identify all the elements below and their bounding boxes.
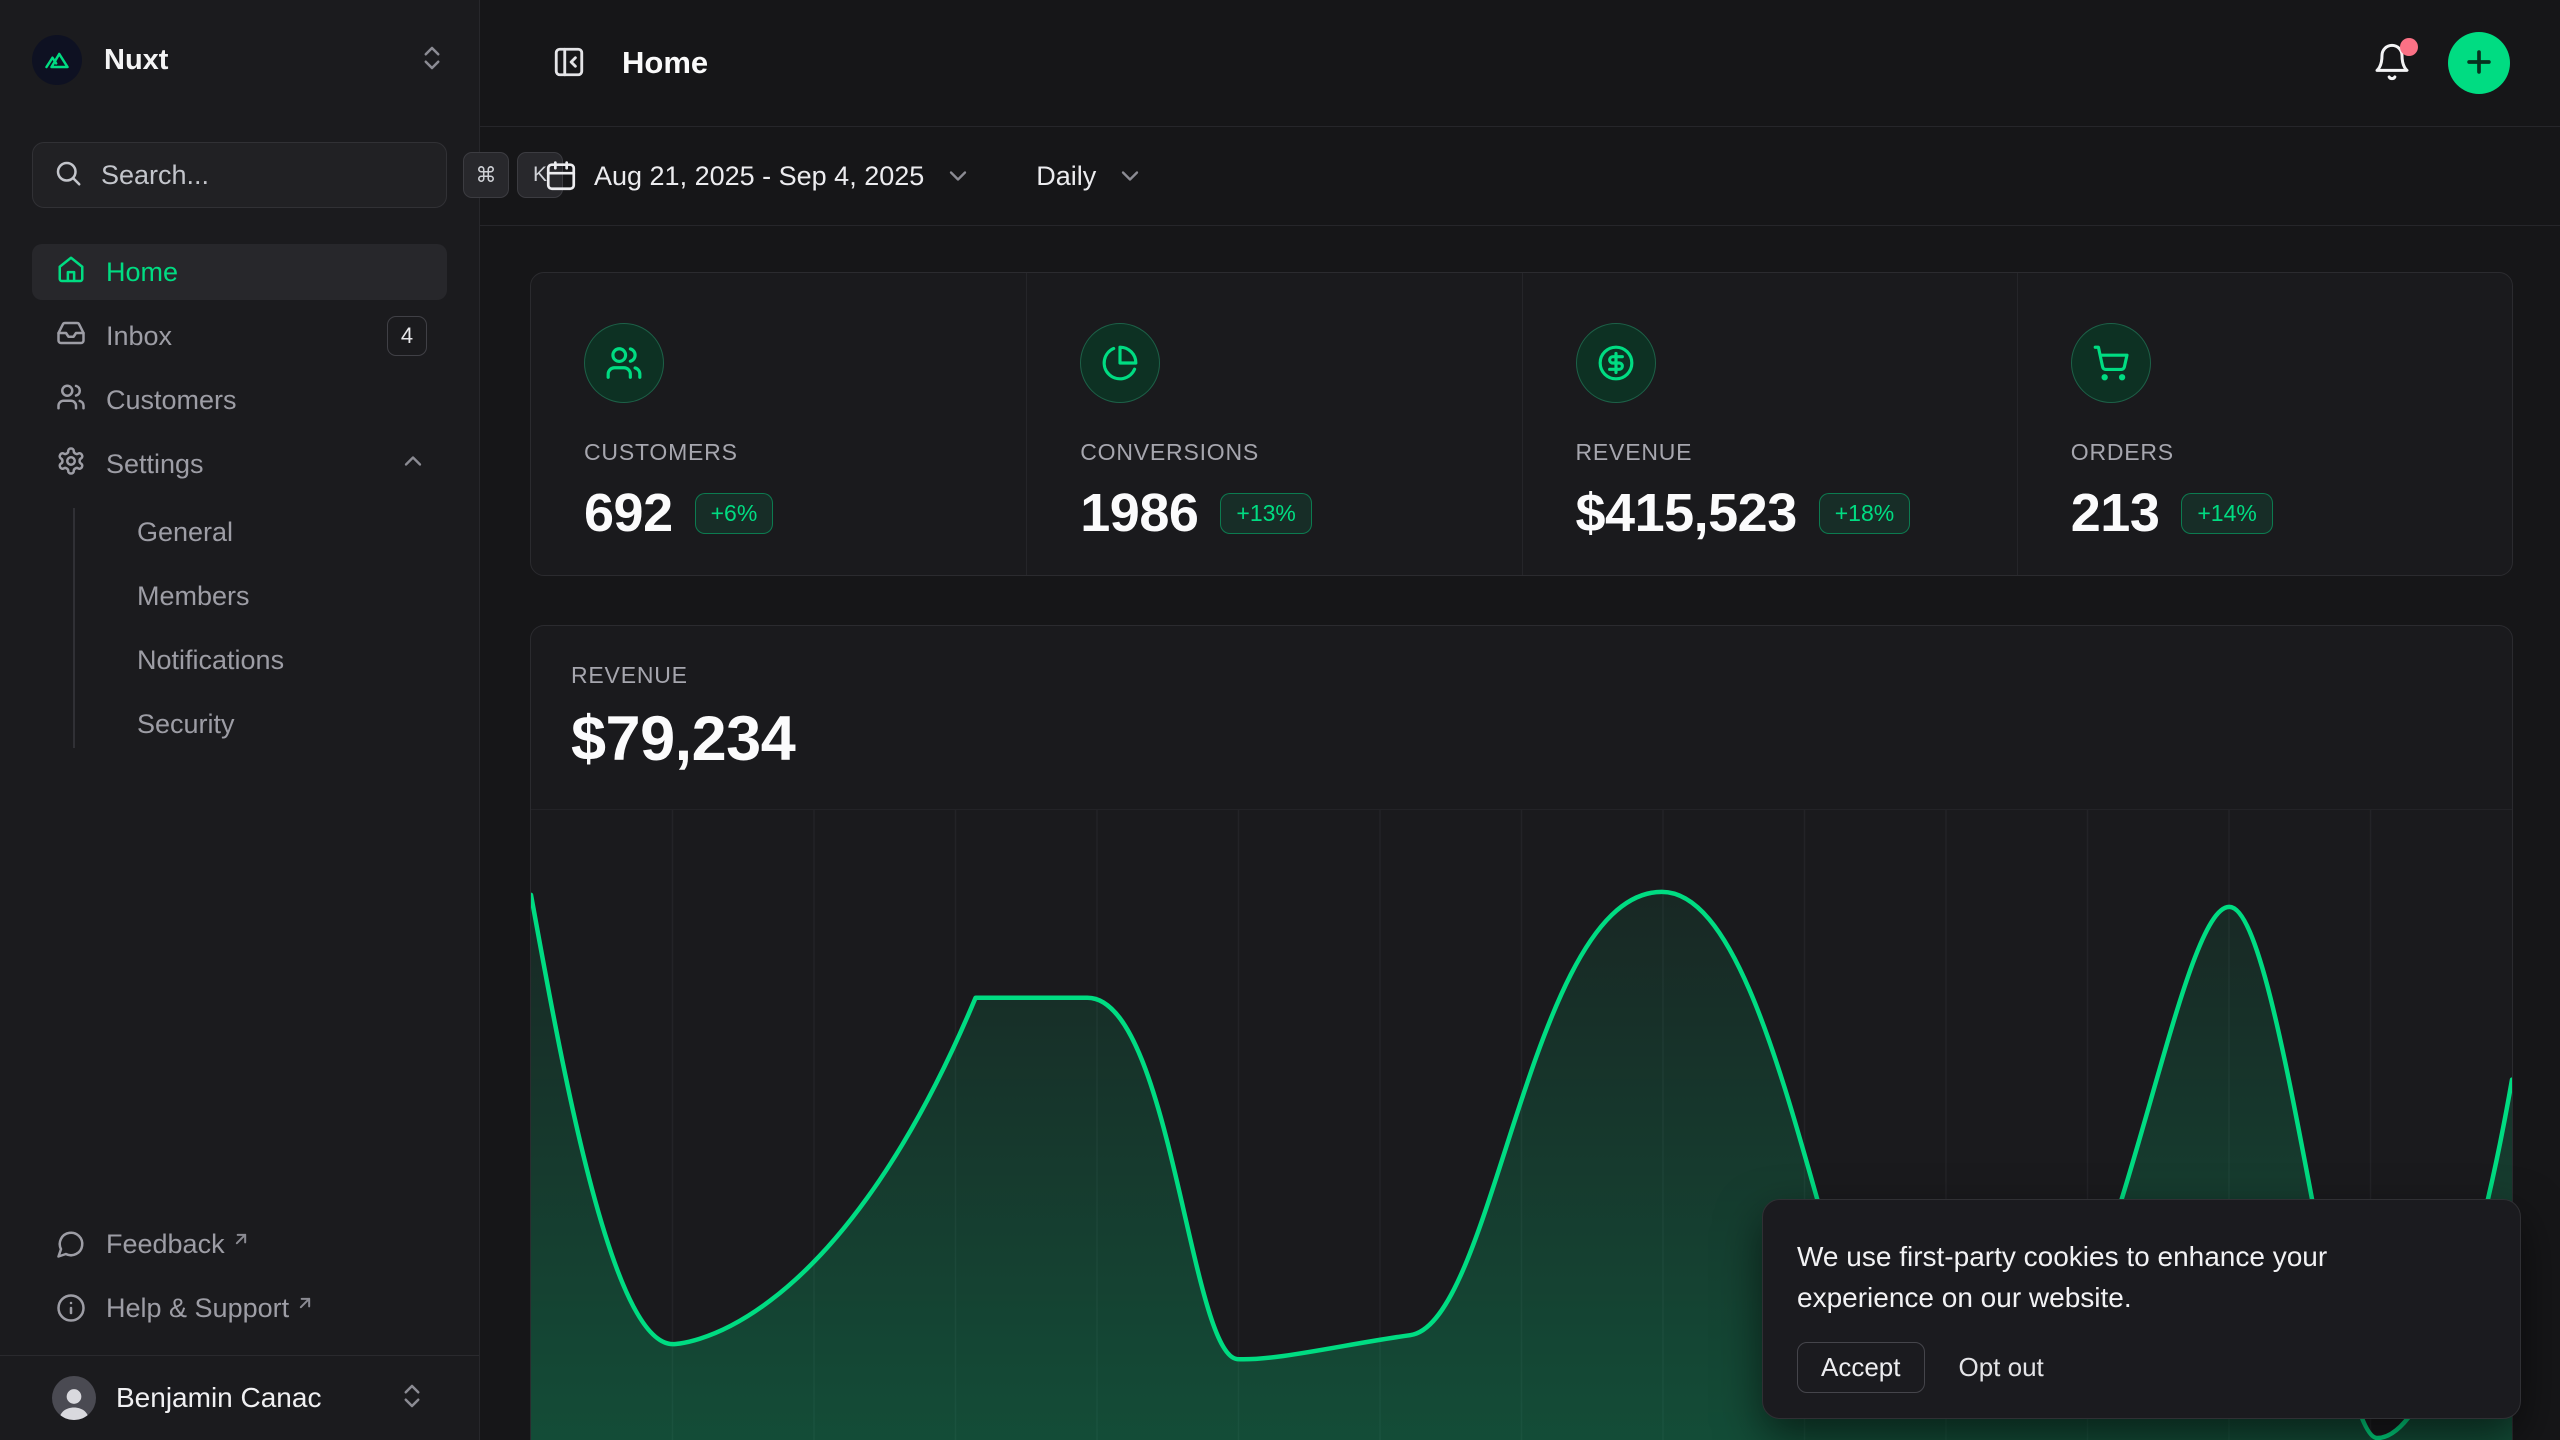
stat-value: 1986 bbox=[1080, 482, 1198, 544]
dollar-circle-icon bbox=[1576, 323, 1656, 403]
notification-dot bbox=[2400, 38, 2418, 56]
settings-sub-nav: General Members Notifications Security bbox=[32, 500, 447, 756]
stat-label: CONVERSIONS bbox=[1080, 439, 1521, 466]
user-avatar bbox=[52, 1376, 96, 1420]
sidebar-footer-links: Feedback Help & Support bbox=[32, 1219, 447, 1339]
search-input[interactable] bbox=[101, 160, 455, 191]
workspace-name: Nuxt bbox=[104, 44, 417, 77]
stat-value: 213 bbox=[2071, 482, 2160, 544]
nuxt-logo-icon bbox=[32, 35, 82, 85]
pie-chart-icon bbox=[1080, 323, 1160, 403]
sidebar-collapse-button[interactable] bbox=[544, 37, 594, 90]
home-icon bbox=[56, 254, 86, 291]
sidebar-item-label: Customers bbox=[106, 385, 427, 416]
stat-delta-badge: +14% bbox=[2181, 493, 2272, 534]
chat-bubble-icon bbox=[56, 1229, 86, 1266]
chevron-down-icon bbox=[944, 162, 972, 190]
gear-icon bbox=[56, 446, 86, 483]
period-select[interactable]: Daily bbox=[1036, 161, 1144, 192]
stat-card-orders[interactable]: ORDERS 213 +14% bbox=[2017, 273, 2512, 575]
sidebar-item-customers[interactable]: Customers bbox=[32, 372, 447, 428]
inbox-unread-badge: 4 bbox=[387, 316, 427, 356]
stat-delta-badge: +13% bbox=[1220, 493, 1311, 534]
stat-label: CUSTOMERS bbox=[584, 439, 1026, 466]
stat-card-customers[interactable]: CUSTOMERS 692 +6% bbox=[531, 273, 1026, 575]
stat-value: $415,523 bbox=[1576, 482, 1797, 544]
sidebar-item-label: Home bbox=[106, 257, 427, 288]
stat-card-revenue[interactable]: REVENUE $415,523 +18% bbox=[1522, 273, 2017, 575]
page-title: Home bbox=[622, 45, 2364, 81]
external-link-icon bbox=[231, 1225, 251, 1256]
stat-delta-badge: +6% bbox=[695, 493, 774, 534]
revenue-chart-value: $79,234 bbox=[571, 703, 2472, 775]
sidebar-item-label: Inbox bbox=[106, 321, 387, 352]
user-name: Benjamin Canac bbox=[116, 1382, 397, 1414]
stat-label: ORDERS bbox=[2071, 439, 2512, 466]
workspace-switcher[interactable]: Nuxt bbox=[32, 28, 447, 92]
feedback-link[interactable]: Feedback bbox=[32, 1219, 447, 1275]
cookie-message-line2: experience on our website. bbox=[1797, 1277, 2482, 1318]
sidebar-item-home[interactable]: Home bbox=[32, 244, 447, 300]
sidebar-item-members[interactable]: Members bbox=[105, 564, 447, 628]
users-icon bbox=[56, 382, 86, 419]
stat-value: 692 bbox=[584, 482, 673, 544]
notifications-button[interactable] bbox=[2364, 34, 2420, 93]
cart-icon bbox=[2071, 323, 2151, 403]
cookie-actions: Accept Opt out bbox=[1797, 1342, 2482, 1393]
sidebar-nav: Home Inbox 4 Customers Settings bbox=[32, 244, 447, 756]
sidebar-item-inbox[interactable]: Inbox 4 bbox=[32, 308, 447, 364]
cookie-message-line1: We use first-party cookies to enhance yo… bbox=[1797, 1236, 2482, 1277]
revenue-chart-header: REVENUE $79,234 bbox=[531, 626, 2512, 809]
add-button[interactable] bbox=[2448, 32, 2510, 94]
footer-link-label: Feedback bbox=[106, 1229, 225, 1260]
sidebar-item-notifications[interactable]: Notifications bbox=[105, 628, 447, 692]
sidebar-item-general[interactable]: General bbox=[105, 500, 447, 564]
user-menu[interactable]: Benjamin Canac bbox=[32, 1356, 447, 1440]
app-window: Nuxt ⌘ K Home Inb bbox=[0, 0, 2560, 1440]
filter-toolbar: Aug 21, 2025 - Sep 4, 2025 Daily bbox=[480, 127, 2560, 226]
page-header: Home bbox=[480, 0, 2560, 127]
stats-panel: CUSTOMERS 692 +6% CONVERSIONS 1986 +13% bbox=[530, 272, 2513, 576]
sidebar: Nuxt ⌘ K Home Inb bbox=[0, 0, 480, 1440]
chevrons-up-down-icon bbox=[417, 43, 447, 78]
search-box[interactable]: ⌘ K bbox=[32, 142, 447, 208]
date-range-picker[interactable]: Aug 21, 2025 - Sep 4, 2025 bbox=[544, 159, 972, 193]
sub-item-label: Security bbox=[137, 709, 235, 740]
panel-left-close-icon bbox=[552, 45, 586, 82]
calendar-icon bbox=[544, 159, 578, 193]
sub-item-label: Notifications bbox=[137, 645, 284, 676]
sidebar-item-settings[interactable]: Settings bbox=[32, 436, 447, 492]
inbox-icon bbox=[56, 318, 86, 355]
revenue-chart-label: REVENUE bbox=[571, 662, 2472, 689]
info-circle-icon bbox=[56, 1293, 86, 1330]
help-support-link[interactable]: Help & Support bbox=[32, 1283, 447, 1339]
stat-card-conversions[interactable]: CONVERSIONS 1986 +13% bbox=[1026, 273, 1521, 575]
plus-icon bbox=[2462, 45, 2496, 82]
chevron-up-icon bbox=[399, 447, 427, 482]
cookie-optout-button[interactable]: Opt out bbox=[1959, 1343, 2044, 1392]
stat-label: REVENUE bbox=[1576, 439, 2017, 466]
sub-item-label: Members bbox=[137, 581, 250, 612]
chevron-down-icon bbox=[1116, 162, 1144, 190]
date-range-label: Aug 21, 2025 - Sep 4, 2025 bbox=[594, 161, 924, 192]
sidebar-item-label: Settings bbox=[106, 449, 399, 480]
users-icon bbox=[584, 323, 664, 403]
footer-link-label: Help & Support bbox=[106, 1293, 289, 1324]
cookie-accept-button[interactable]: Accept bbox=[1797, 1342, 1925, 1393]
external-link-icon bbox=[295, 1289, 315, 1320]
sidebar-spacer bbox=[32, 756, 447, 1219]
chevrons-up-down-icon bbox=[397, 1381, 427, 1416]
sub-item-label: General bbox=[137, 517, 233, 548]
search-icon bbox=[53, 158, 83, 193]
cookie-banner: We use first-party cookies to enhance yo… bbox=[1762, 1199, 2521, 1419]
stat-delta-badge: +18% bbox=[1819, 493, 1910, 534]
sidebar-item-security[interactable]: Security bbox=[105, 692, 447, 756]
period-label: Daily bbox=[1036, 161, 1096, 192]
